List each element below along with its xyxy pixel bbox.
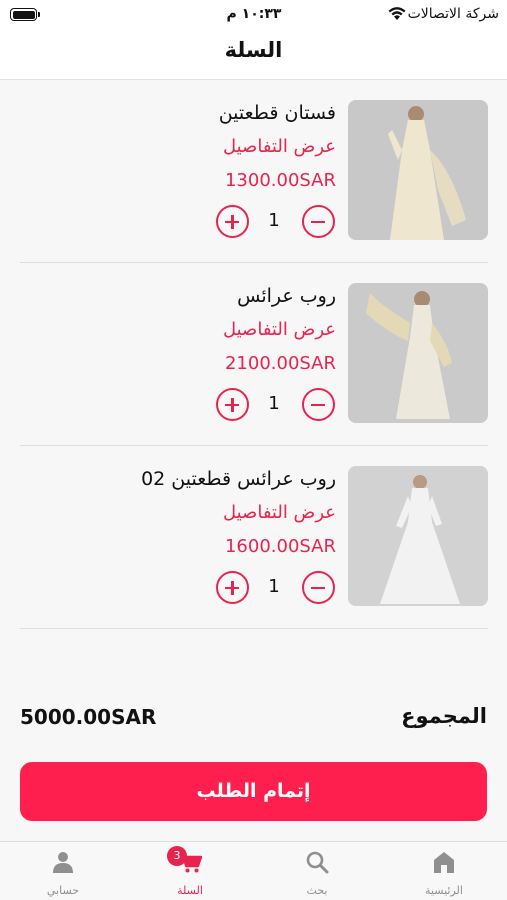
checkout-button[interactable]: إتمام الطلب <box>20 762 487 821</box>
product-price: 1600.00SAR <box>224 536 336 557</box>
person-icon <box>53 852 73 873</box>
tab-home[interactable]: الرئيسية <box>381 842 507 900</box>
product-image[interactable] <box>348 283 488 423</box>
tab-label: السلة <box>177 884 203 897</box>
increase-quantity-button[interactable] <box>216 571 249 604</box>
product-name[interactable]: فستان قطعتين <box>219 102 336 124</box>
tab-label: الرئيسية <box>425 884 463 897</box>
view-details-link[interactable]: عرض التفاصيل <box>223 502 336 523</box>
product-price: 1300.00SAR <box>224 170 336 191</box>
search-icon <box>306 851 329 874</box>
product-price: 2100.00SAR <box>224 353 336 374</box>
cart-item: روب عرائس قطعتين 02 عرض التفاصيل 1600.00… <box>20 446 488 629</box>
quantity-value: 1 <box>268 576 280 597</box>
quantity-value: 1 <box>268 210 280 231</box>
wifi-icon <box>388 7 406 20</box>
status-bar: ١٠:٣٣ م شركة الاتصالات <box>0 0 507 30</box>
home-icon <box>434 852 454 873</box>
view-details-link[interactable]: عرض التفاصيل <box>223 319 336 340</box>
quantity-value: 1 <box>268 393 280 414</box>
tab-cart[interactable]: 3 السلة <box>127 842 253 900</box>
tab-search[interactable]: بحث <box>254 842 380 900</box>
cart-item: فستان قطعتين عرض التفاصيل 1300.00SAR 1 <box>20 80 488 263</box>
product-name[interactable]: روب عرائس <box>237 285 336 307</box>
status-time: ١٠:٣٣ م <box>226 6 282 22</box>
tab-account[interactable]: حسابي <box>0 842 126 900</box>
tab-label: حسابي <box>46 884 80 897</box>
decrease-quantity-button[interactable] <box>302 205 335 238</box>
cart-item: روب عرائس عرض التفاصيل 2100.00SAR 1 <box>20 263 488 446</box>
battery-icon <box>10 8 40 21</box>
product-image[interactable] <box>348 100 488 240</box>
tab-bar: حسابي 3 السلة بحث الرئيسية <box>0 841 507 900</box>
increase-quantity-button[interactable] <box>216 388 249 421</box>
total-value: 5000.00SAR <box>20 705 157 729</box>
carrier-name: شركة الاتصالات <box>407 6 499 22</box>
cart-count-badge: 3 <box>167 846 187 866</box>
product-image[interactable] <box>348 466 488 606</box>
view-details-link[interactable]: عرض التفاصيل <box>223 136 336 157</box>
product-name[interactable]: روب عرائس قطعتين 02 <box>141 468 336 490</box>
decrease-quantity-button[interactable] <box>302 571 335 604</box>
total-label: المجموع <box>401 704 487 728</box>
increase-quantity-button[interactable] <box>216 205 249 238</box>
decrease-quantity-button[interactable] <box>302 388 335 421</box>
nav-header: السلة <box>0 30 507 80</box>
page-title: السلة <box>224 38 283 62</box>
tab-label: بحث <box>306 884 328 897</box>
